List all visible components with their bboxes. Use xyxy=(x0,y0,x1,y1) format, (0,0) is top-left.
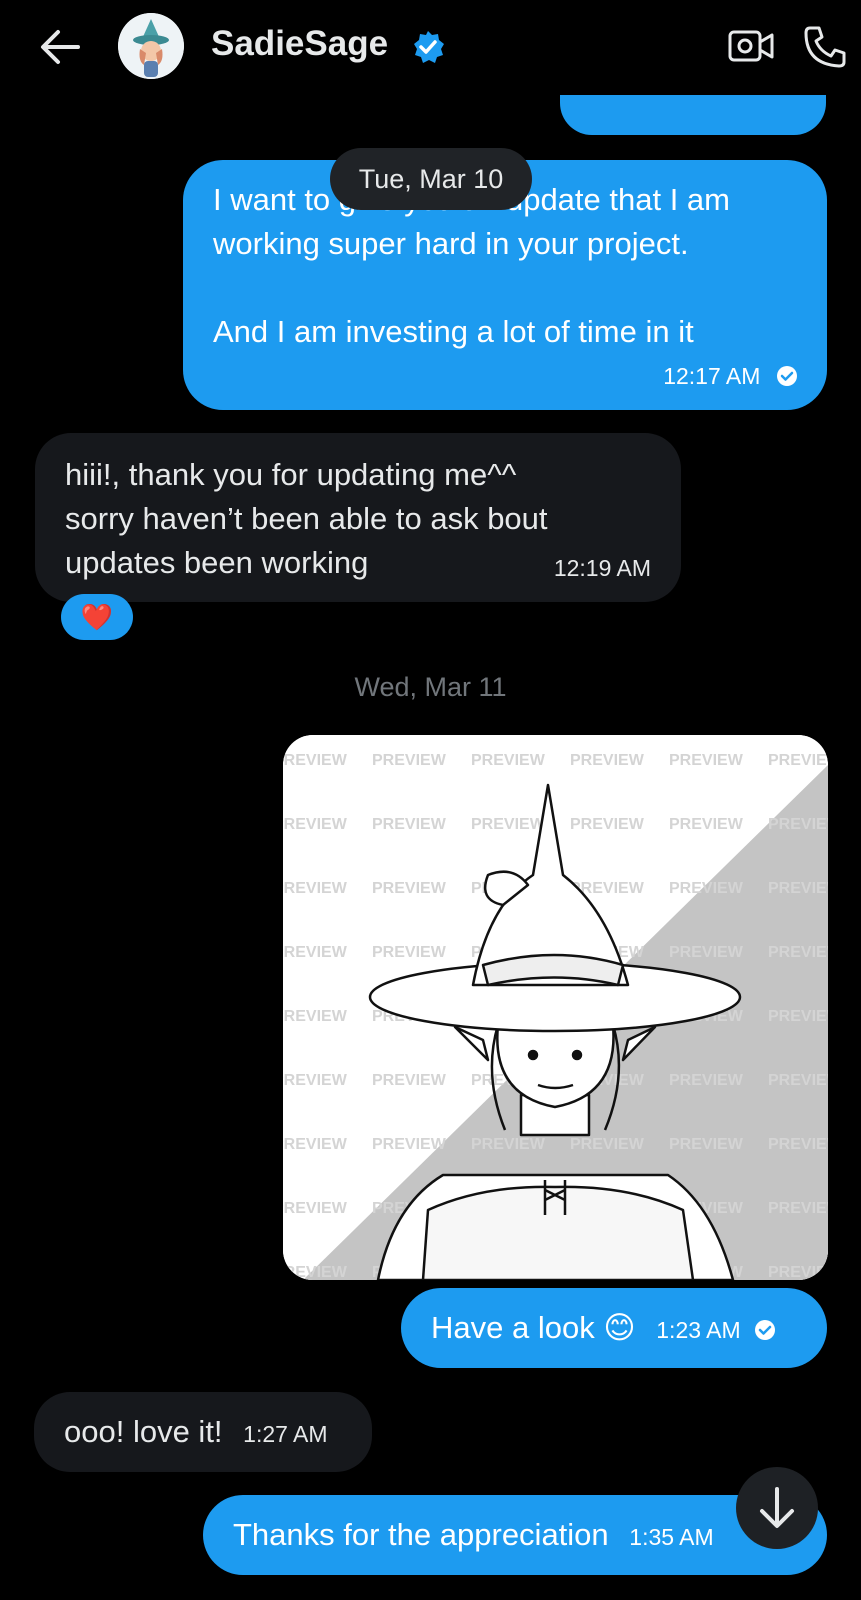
outgoing-message-bubble[interactable]: Have a look 😊 1:23 AM xyxy=(401,1288,827,1368)
watermark-text: PREVIEW xyxy=(372,816,447,833)
message-timestamp: 1:27 AM xyxy=(243,1421,328,1447)
read-receipt-icon xyxy=(755,1319,776,1340)
message-text: hiii!, thank you for updating me^^ xyxy=(65,457,517,492)
watermark-text: PREVIEW xyxy=(283,752,348,769)
watermark-text: PREVIEW xyxy=(570,1136,645,1153)
watermark-text: PREVIEW xyxy=(372,752,447,769)
heart-reaction-icon: ❤️ xyxy=(80,602,114,632)
scroll-to-bottom-button[interactable] xyxy=(736,1467,818,1549)
incoming-message-bubble[interactable]: hiii!, thank you for updating me^^ sorry… xyxy=(35,433,681,602)
read-receipt-icon xyxy=(777,365,797,386)
watermark-text: PREVIEW xyxy=(283,944,348,961)
message-text: And I am investing a lot of time in it xyxy=(213,314,694,349)
watermark-text: PREVIEW xyxy=(283,1008,348,1025)
message-text: sorry haven’t been able to ask bout xyxy=(65,501,548,536)
watermark-text: PREVIEW xyxy=(283,1264,348,1280)
watermark-text: PREVIEW xyxy=(283,1200,348,1217)
watermark-text: PREVIEW xyxy=(768,1264,828,1280)
watermark-text: PREVIEW xyxy=(471,752,546,769)
watermark-text: PREVIEW xyxy=(283,1136,348,1153)
arrow-down-icon xyxy=(760,1487,794,1528)
chat-username[interactable]: SadieSage xyxy=(211,24,388,64)
watermark-text: PREVIEW xyxy=(669,752,744,769)
watermark-text: PREVIEW xyxy=(372,944,447,961)
watermark-text: PREVIEW xyxy=(768,1136,828,1153)
watermark-text: PREVIEW xyxy=(372,1136,447,1153)
watermark-text: PREVIEW xyxy=(768,944,828,961)
message-text: working super hard in your project. xyxy=(213,226,689,261)
message-timestamp: 12:17 AM xyxy=(663,363,761,389)
watermark-text: PREVIEW xyxy=(570,816,645,833)
watermark-text: PREVIEW xyxy=(669,1136,744,1153)
watermark-text: PREVIEW xyxy=(570,752,645,769)
watermark-text: PREVIEW xyxy=(669,880,744,897)
back-arrow-icon[interactable] xyxy=(38,27,82,67)
watermark-text: PREVIEW xyxy=(669,944,744,961)
watermark-text: PREVIEW xyxy=(768,1072,828,1089)
watermark-text: PREVIEW xyxy=(669,1072,744,1089)
watermark-text: PREVIEW xyxy=(768,752,828,769)
video-call-icon[interactable] xyxy=(728,27,774,65)
date-separator: Wed, Mar 11 xyxy=(354,672,507,702)
verified-badge-icon xyxy=(414,31,444,63)
watermark-text: PREVIEW xyxy=(768,880,828,897)
phone-call-icon[interactable] xyxy=(802,24,848,70)
reaction-badge[interactable]: ❤️ xyxy=(61,594,133,640)
watermark-text: PREVIEW xyxy=(768,1008,828,1025)
witch-sketch-image: PREVIEW PREVIEW PREVIEW PREVIEW PREVIEW PREVI… xyxy=(283,735,828,1280)
watermark-text: PREVIEW xyxy=(669,816,744,833)
incoming-message-bubble[interactable]: ooo! love it! 1:27 AM xyxy=(34,1392,372,1472)
watermark-text: PREVIEW xyxy=(283,816,348,833)
message-text: Have a look 😊 xyxy=(431,1310,636,1345)
chat-header: SadieSage xyxy=(0,0,861,95)
watermark-text: PREVIEW xyxy=(768,816,828,833)
watermark-text: PREVIEW xyxy=(372,880,447,897)
message-timestamp: 1:35 AM xyxy=(629,1524,714,1550)
watermark-text: PREVIEW xyxy=(372,1072,447,1089)
watermark-text: PREVIEW xyxy=(471,1136,546,1153)
watermark-text: PREVIEW xyxy=(768,1200,828,1217)
watermark-text: PREVIEW xyxy=(283,1072,348,1089)
avatar[interactable] xyxy=(118,13,184,79)
message-timestamp: 1:23 AM xyxy=(656,1317,741,1343)
shared-image[interactable]: PREVIEW PREVIEW PREVIEW PREVIEW PREVIEW PREVI… xyxy=(283,735,828,1280)
message-text: Thanks for the appreciation xyxy=(233,1517,609,1552)
message-timestamp: 12:19 AM xyxy=(553,555,651,581)
watermark-text: PREVIEW xyxy=(471,816,546,833)
watermark-text: PREVIEW xyxy=(283,880,348,897)
outgoing-message-bubble[interactable]: Thanks for the appreciation 1:35 AM xyxy=(203,1495,827,1575)
message-text: ooo! love it! xyxy=(64,1414,223,1449)
date-separator-pill: Tue, Mar 10 xyxy=(330,148,532,210)
